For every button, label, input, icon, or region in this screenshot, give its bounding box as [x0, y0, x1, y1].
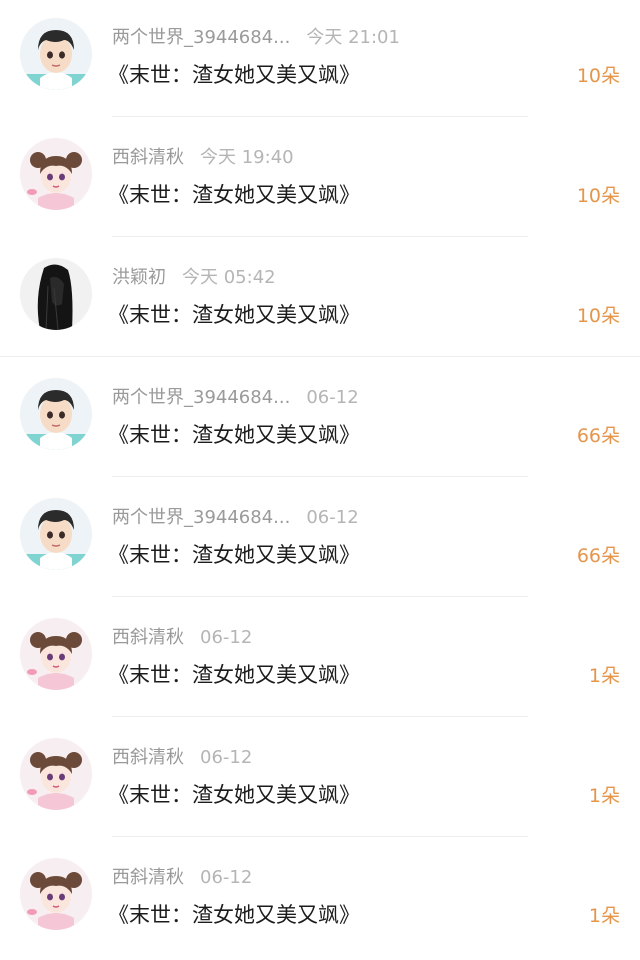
flower-count: 10朵: [576, 185, 620, 207]
boy-avatar-icon[interactable]: [20, 378, 92, 450]
list-item[interactable]: 洪颖初 今天 05:42 《末世：渣女她又美又飒》 10朵: [0, 240, 640, 360]
username[interactable]: 西斜清秋: [112, 867, 184, 888]
flower-count: 1朵: [588, 785, 620, 807]
book-title[interactable]: 《末世：渣女她又美又飒》: [108, 660, 360, 690]
long-hair-avatar-icon[interactable]: [20, 258, 92, 330]
username[interactable]: 西斜清秋: [112, 747, 184, 768]
username[interactable]: 两个世界_3944684...: [112, 27, 290, 48]
timestamp: 06-12: [200, 867, 253, 888]
book-title[interactable]: 《末世：渣女她又美又飒》: [108, 300, 360, 330]
divider: [112, 836, 528, 837]
username[interactable]: 洪颖初: [112, 267, 166, 288]
flower-count: 10朵: [576, 65, 620, 87]
flower-count: 66朵: [576, 425, 620, 447]
list-item[interactable]: 两个世界_3944684... 06-12 《末世：渣女她又美又飒》 66朵: [0, 360, 640, 480]
book-title[interactable]: 《末世：渣女她又美又飒》: [108, 420, 360, 450]
timestamp: 06-12: [200, 747, 253, 768]
book-title[interactable]: 《末世：渣女她又美又飒》: [108, 540, 360, 570]
flower-count: 1朵: [588, 665, 620, 687]
timestamp: 06-12: [200, 627, 253, 648]
book-title[interactable]: 《末世：渣女她又美又飒》: [108, 180, 360, 210]
username[interactable]: 两个世界_3944684...: [112, 507, 290, 528]
girl-buns-avatar-icon[interactable]: [20, 858, 92, 930]
username[interactable]: 西斜清秋: [112, 627, 184, 648]
girl-buns-avatar-icon[interactable]: [20, 138, 92, 210]
timestamp: 06-12: [306, 507, 359, 528]
list-item[interactable]: 西斜清秋 06-12 《末世：渣女她又美又飒》 1朵: [0, 840, 640, 960]
timestamp: 06-12: [306, 387, 359, 408]
girl-buns-avatar-icon[interactable]: [20, 738, 92, 810]
username[interactable]: 两个世界_3944684...: [112, 387, 290, 408]
flower-count: 1朵: [588, 905, 620, 927]
book-title[interactable]: 《末世：渣女她又美又飒》: [108, 780, 360, 810]
divider: [112, 116, 528, 117]
divider: [112, 596, 528, 597]
divider: [112, 476, 528, 477]
list-item[interactable]: 西斜清秋 今天 19:40 《末世：渣女她又美又飒》 10朵: [0, 120, 640, 240]
girl-buns-avatar-icon[interactable]: [20, 618, 92, 690]
divider: [112, 236, 528, 237]
username[interactable]: 西斜清秋: [112, 147, 184, 168]
boy-avatar-icon[interactable]: [20, 498, 92, 570]
flower-count: 10朵: [576, 305, 620, 327]
flower-count: 66朵: [576, 545, 620, 567]
list-item[interactable]: 西斜清秋 06-12 《末世：渣女她又美又飒》 1朵: [0, 600, 640, 720]
timestamp: 今天 19:40: [200, 147, 294, 168]
list-item[interactable]: 两个世界_3944684... 今天 21:01 《末世：渣女她又美又飒》 10朵: [0, 0, 640, 120]
list-item[interactable]: 两个世界_3944684... 06-12 《末世：渣女她又美又飒》 66朵: [0, 480, 640, 600]
divider: [0, 356, 640, 357]
divider: [112, 716, 528, 717]
list-item[interactable]: 西斜清秋 06-12 《末世：渣女她又美又飒》 1朵: [0, 720, 640, 840]
book-title[interactable]: 《末世：渣女她又美又飒》: [108, 60, 360, 90]
timestamp: 今天 21:01: [306, 27, 400, 48]
book-title[interactable]: 《末世：渣女她又美又飒》: [108, 900, 360, 930]
boy-avatar-icon[interactable]: [20, 18, 92, 90]
timestamp: 今天 05:42: [182, 267, 276, 288]
gift-record-list: 两个世界_3944684... 今天 21:01 《末世：渣女她又美又飒》 10朵…: [0, 0, 640, 951]
